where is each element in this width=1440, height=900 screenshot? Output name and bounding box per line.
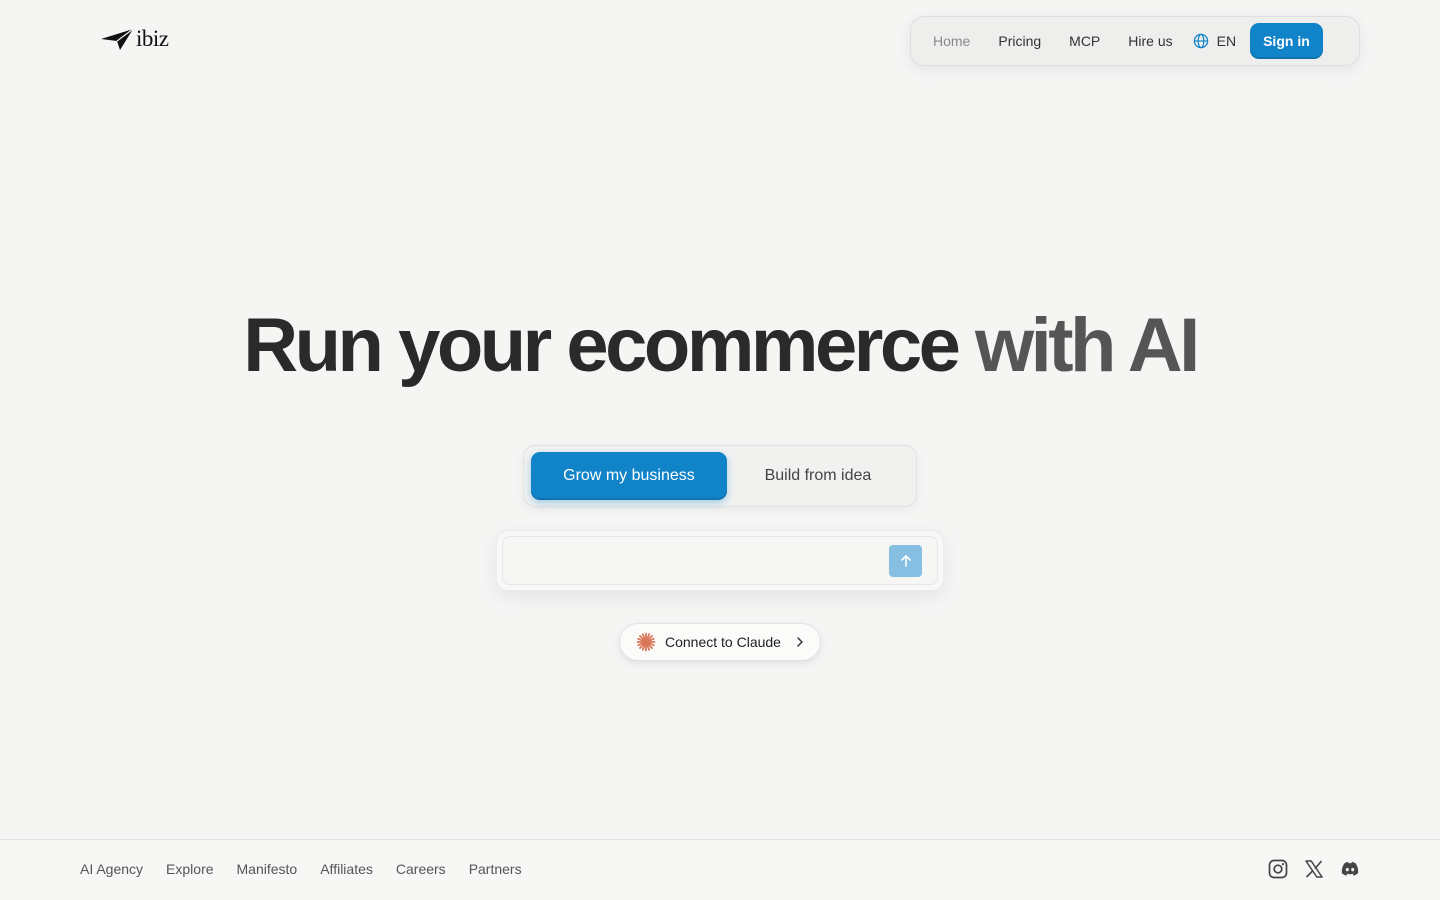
footer: AI Agency Explore Manifesto Affiliates C… [0, 839, 1440, 900]
footer-link-explore[interactable]: Explore [166, 861, 213, 877]
nav-hire-us[interactable]: Hire us [1118, 33, 1190, 49]
hero-title-accent: with AI [975, 303, 1200, 388]
footer-link-careers[interactable]: Careers [396, 861, 446, 877]
arrow-up-icon [900, 554, 911, 567]
mode-toggle: Grow my business Build from idea [523, 445, 917, 507]
grow-my-business-tab[interactable]: Grow my business [531, 452, 727, 500]
connect-to-claude-label: Connect to Claude [665, 634, 781, 650]
nav-home[interactable]: Home [923, 33, 988, 49]
discord-link[interactable] [1340, 859, 1360, 879]
social-links [1268, 859, 1360, 879]
build-from-idea-tab[interactable]: Build from idea [727, 452, 909, 500]
send-button[interactable] [889, 544, 922, 577]
footer-link-manifesto[interactable]: Manifesto [237, 861, 298, 877]
instagram-link[interactable] [1268, 859, 1288, 879]
globe-icon [1193, 33, 1208, 49]
language-label: EN [1216, 33, 1237, 49]
signin-button[interactable]: Sign in [1250, 23, 1323, 59]
nav-mcp[interactable]: MCP [1059, 33, 1118, 49]
chevron-right-icon [797, 637, 803, 647]
prompt-inner [502, 536, 938, 585]
footer-links: AI Agency Explore Manifesto Affiliates C… [80, 861, 522, 877]
discord-icon [1341, 862, 1359, 876]
footer-link-partners[interactable]: Partners [469, 861, 522, 877]
paper-plane-logo-icon [101, 28, 134, 50]
x-icon [1305, 860, 1323, 878]
footer-link-ai-agency[interactable]: AI Agency [80, 861, 143, 877]
claude-icon [636, 632, 656, 652]
hero-title: Run your ecommerce with AI [0, 300, 1440, 392]
instagram-icon [1268, 859, 1288, 879]
top-navigation: Home Pricing MCP Hire us EN Sign in [910, 16, 1360, 66]
connect-to-claude-button[interactable]: Connect to Claude [619, 623, 821, 661]
footer-link-affiliates[interactable]: Affiliates [320, 861, 373, 877]
prompt-input[interactable] [515, 537, 889, 584]
nav-pricing[interactable]: Pricing [988, 33, 1059, 49]
hero-title-main: Run your ecommerce [243, 303, 961, 388]
brand-logo[interactable]: ibiz [100, 26, 169, 52]
x-link[interactable] [1304, 859, 1324, 879]
language-selector[interactable]: EN [1193, 33, 1236, 49]
prompt-box [496, 530, 944, 591]
brand-name: ibiz [136, 26, 169, 51]
